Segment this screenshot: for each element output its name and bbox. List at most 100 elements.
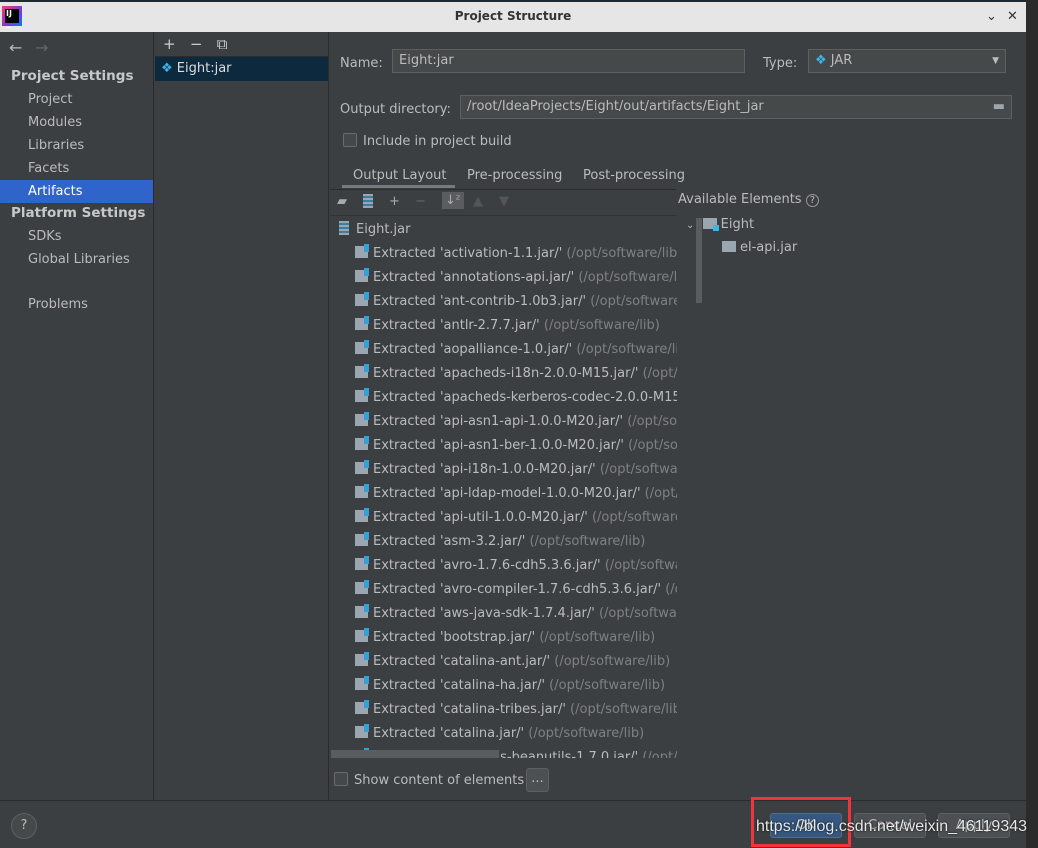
tree-row[interactable]: Extracted 'bootstrap.jar/' (/opt/softwar… [331,626,677,650]
move-up-icon[interactable]: ▲ [473,194,483,209]
output-directory-label: Output directory: [340,102,451,117]
tree-row[interactable]: Extracted 'api-util-1.0.0-M20.jar/' (/op… [331,506,677,530]
extracted-icon [355,724,369,738]
watermark: https://blog.csdn.net/weixin_46119343 [756,818,1027,836]
tree-row[interactable]: Extracted 'antlr-2.7.7.jar/' (/opt/softw… [331,314,677,338]
jar-node[interactable]: el-api.jar [722,240,819,255]
tab-output-layout[interactable]: Output Layout [353,168,446,183]
extracted-icon [355,676,369,690]
module-label: Eight [720,217,755,232]
extracted-icon [355,700,369,714]
sidebar-item-problems[interactable]: Problems [0,293,153,316]
row-path: (/opt/softw [628,438,677,453]
sidebar-item-global-libraries[interactable]: Global Libraries [0,248,153,271]
row-path: (/opt/software/ [599,462,677,477]
name-input[interactable]: Eight:jar [392,49,745,73]
include-in-build-checkbox[interactable]: Include in project build [343,133,512,149]
sidebar-item-modules[interactable]: Modules [0,111,153,134]
tree-row[interactable]: Extracted 'activation-1.1.jar/' (/opt/so… [331,242,677,266]
extracted-icon [355,316,369,330]
tree-row[interactable]: Extracted 'api-i18n-1.0.0-M20.jar/' (/op… [331,458,677,482]
row-name: Extracted 'asm-3.2.jar/' [373,534,526,549]
checkbox-box[interactable] [334,772,348,786]
row-name: Extracted 'api-asn1-api-1.0.0-M20.jar/' [373,414,624,429]
sidebar: ← → Project Settings Project Modules Lib… [0,32,154,800]
chevron-down-icon: ⌄ [686,220,695,231]
module-folder-icon [702,218,719,231]
tree-row[interactable]: Extracted 'annotations-api.jar/' (/opt/s… [331,266,677,290]
layout-toolbar: ▰ + − ↓ᶻ ▲ ▼ [330,189,676,216]
tree-row[interactable]: Extracted 'avro-1.7.6-cdh5.3.6.jar/' (/o… [331,554,677,578]
row-name: Extracted 'catalina.jar/' [373,726,525,741]
tab-post-processing[interactable]: Post-processing [583,168,685,183]
tree-row[interactable]: Extracted 'asm-3.2.jar/' (/opt/software/… [331,530,677,554]
sidebar-item-artifacts[interactable]: Artifacts [0,180,153,203]
move-down-icon[interactable]: ▼ [499,194,509,209]
tree-row[interactable]: Extracted 'api-asn1-ber-1.0.0-M20.jar/' … [331,434,677,458]
forward-arrow-icon[interactable]: → [35,38,48,57]
tree-row[interactable]: Extracted 'api-asn1-api-1.0.0-M20.jar/' … [331,410,677,434]
help-icon[interactable]: ? [805,194,820,207]
add-copy-icon[interactable]: + [389,194,400,209]
tree-row[interactable]: Extracted 'avro-compiler-1.7.6-cdh5.3.6.… [331,578,677,602]
folder-icon [722,241,736,252]
row-path: (/opt/so [644,486,677,501]
sidebar-item-project[interactable]: Project [0,88,153,111]
artifact-label: Eight:jar [176,61,232,76]
help-button[interactable]: ? [11,813,37,839]
extracted-icon [355,532,369,546]
tree-row[interactable]: Extracted 'catalina-tribes.jar/' (/opt/s… [331,698,677,722]
remove-icon[interactable]: − [190,35,203,53]
chevron-down-icon: ▼ [992,56,999,66]
type-select[interactable]: ❖ JAR ▼ [808,49,1006,73]
tab-pre-processing[interactable]: Pre-processing [467,168,562,183]
sidebar-item-libraries[interactable]: Libraries [0,134,153,157]
extracted-icon [355,508,369,522]
add-icon[interactable]: + [163,35,176,53]
tree-row[interactable]: Extracted 'apacheds-kerberos-codec-2.0.0… [331,386,677,410]
show-content-checkbox[interactable]: Show content of elements [334,772,524,788]
back-arrow-icon[interactable]: ← [9,38,22,57]
row-name: Extracted 'avro-1.7.6-cdh5.3.6.jar/' [373,558,601,573]
output-directory-input[interactable]: /root/IdeaProjects/Eight/out/artifacts/E… [460,95,1012,119]
horizontal-scrollbar[interactable] [331,750,499,758]
tree-row[interactable]: Extracted 'catalina.jar/' (/opt/software… [331,722,677,746]
extracted-icon [355,556,369,570]
tree-row[interactable]: Extracted 'api-ldap-model-1.0.0-M20.jar/… [331,482,677,506]
artifact-list-panel: + − ⧉ ❖ Eight:jar [155,32,329,800]
sidebar-item-facets[interactable]: Facets [0,157,153,180]
available-elements-panel: Available Elements ? ⌄ Eight el-api.jar [678,192,820,255]
artifact-item[interactable]: ❖ Eight:jar [155,57,328,81]
remove-icon[interactable]: − [415,194,426,209]
tree-row[interactable]: Extracted 'aws-java-sdk-1.7.4.jar/' (/op… [331,602,677,626]
sidebar-item-sdks[interactable]: SDKs [0,225,153,248]
checkbox-box[interactable] [343,133,357,147]
tree-root-jar[interactable]: Eight.jar [331,218,677,242]
row-name: Extracted 'bootstrap.jar/' [373,630,536,645]
section-platform-settings: Platform Settings [11,205,146,221]
tree-row[interactable]: Extracted 'apacheds-i18n-2.0.0-M15.jar/'… [331,362,677,386]
row-path: (/opt/software/lib [578,270,677,285]
archive-icon[interactable] [363,194,380,210]
more-button[interactable]: ... [526,768,549,792]
jar-diamond-icon: ❖ [815,53,827,68]
extracted-icon [355,244,369,258]
row-name: Extracted 'aws-java-sdk-1.7.4.jar/' [373,606,595,621]
folder-browse-icon[interactable]: ▬ [993,96,1005,118]
row-path: (/opt/software/lib) [566,246,677,261]
tree-row[interactable]: Extracted 'catalina-ha.jar/' (/opt/softw… [331,674,677,698]
root-label: Eight.jar [356,222,411,237]
extracted-icon [355,580,369,594]
output-layout-tree[interactable]: Eight.jar Extracted 'activation-1.1.jar/… [331,218,677,758]
row-path: (/opt/softw [627,414,677,429]
tree-row[interactable]: Extracted 'aopalliance-1.0.jar/' (/opt/s… [331,338,677,362]
tree-row[interactable]: Extracted 'ant-contrib-1.0b3.jar/' (/opt… [331,290,677,314]
row-name: Extracted 'aopalliance-1.0.jar/' [373,342,573,357]
module-node[interactable]: ⌄ Eight [686,217,819,232]
sort-icon[interactable]: ↓ᶻ [442,192,464,209]
copy-icon[interactable]: ⧉ [217,35,228,53]
close-icon[interactable]: ✕ [1007,9,1018,24]
tree-row[interactable]: Extracted 'catalina-ant.jar/' (/opt/soft… [331,650,677,674]
minimize-icon[interactable]: ⌄ [986,9,997,24]
new-directory-icon[interactable]: ▰ [337,194,347,209]
